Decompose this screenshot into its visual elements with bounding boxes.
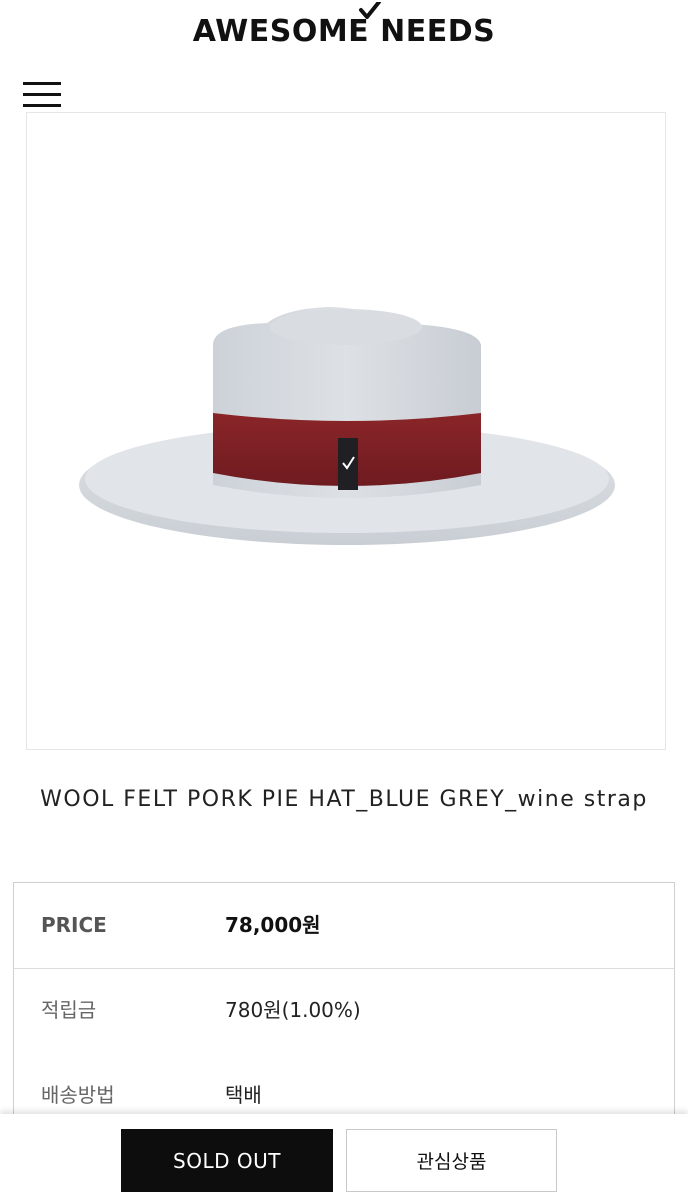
sold-out-button[interactable]: SOLD OUT xyxy=(121,1129,333,1192)
checkmark-icon xyxy=(359,2,381,19)
price-label: PRICE xyxy=(41,913,107,937)
price-row: PRICE 78,000원 xyxy=(14,883,674,967)
wishlist-button[interactable]: 관심상품 xyxy=(346,1129,557,1192)
product-title: WOOL FELT PORK PIE HAT_BLUE GREY_wine st… xyxy=(40,787,648,812)
points-label: 적립금 xyxy=(41,998,97,1022)
bottom-action-bar: SOLD OUT 관심상품 xyxy=(0,1114,688,1200)
brand-logo[interactable]: AWESOME NEEDS xyxy=(0,2,688,52)
logo-text: AWESOME NEEDS xyxy=(192,14,496,49)
product-image xyxy=(26,112,666,750)
points-row: 적립금 780원(1.00%) xyxy=(14,968,674,1052)
hamburger-menu-icon[interactable] xyxy=(23,80,61,110)
points-value: 780원(1.00%) xyxy=(225,998,361,1022)
price-value: 78,000원 xyxy=(225,913,321,937)
product-info-table: PRICE 78,000원 적립금 780원(1.00%) 배송방법 택배 xyxy=(13,882,675,1142)
hat-illustration xyxy=(79,307,615,545)
